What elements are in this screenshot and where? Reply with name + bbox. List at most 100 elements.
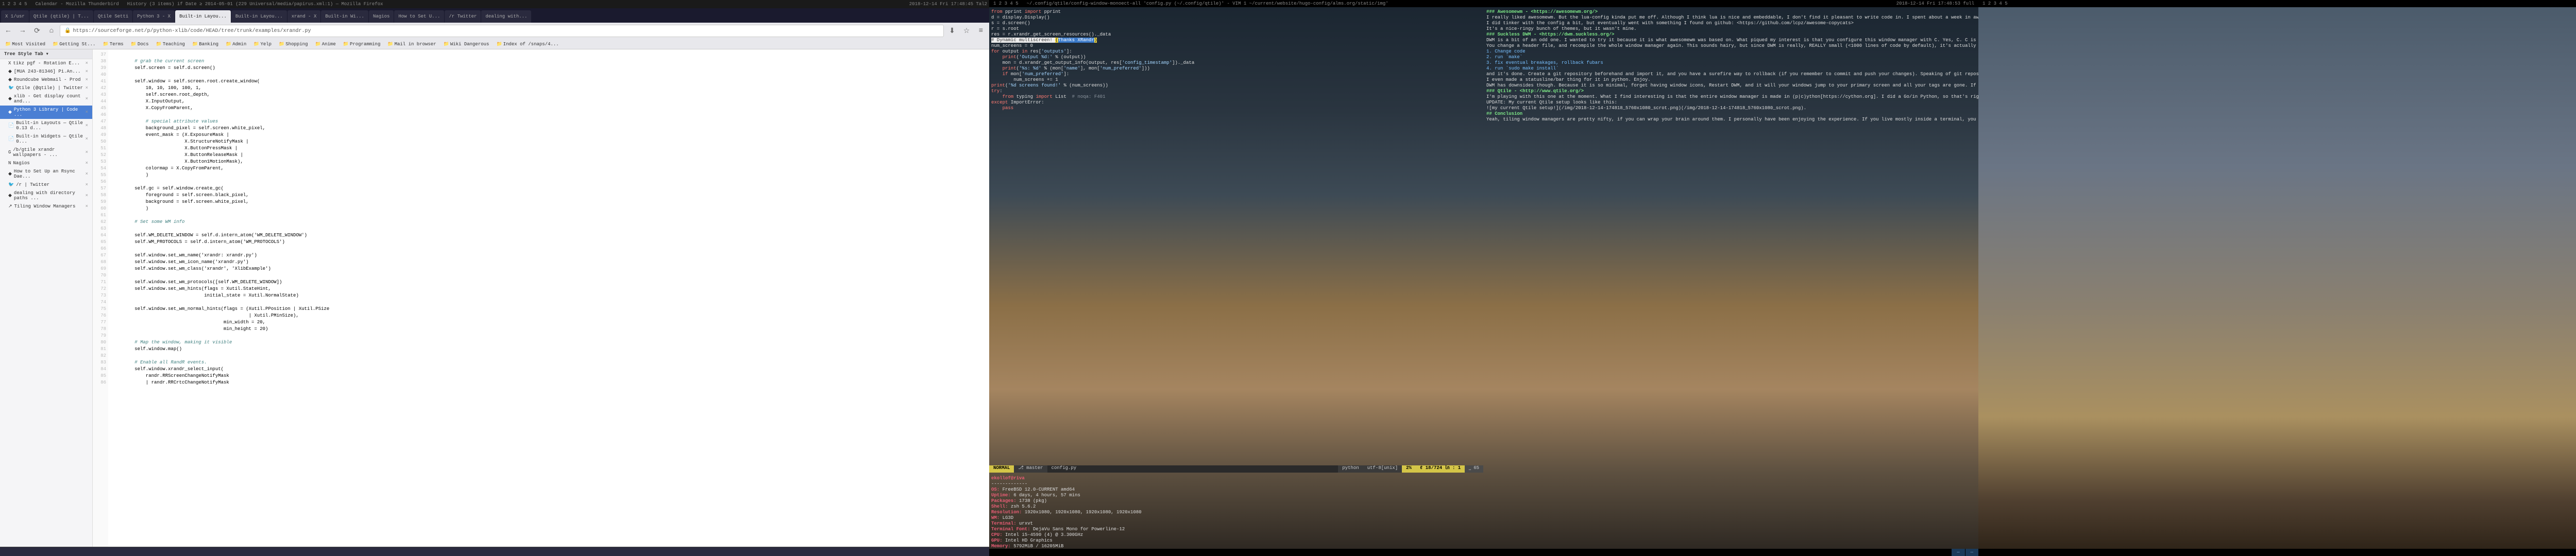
sidebar-tab-item[interactable]: NNagios× [0, 159, 92, 167]
close-icon[interactable]: × [86, 61, 88, 66]
bottombar-seg[interactable]: … [1952, 549, 1964, 556]
sidebar-tab-item[interactable]: G/b/gtile xrandr wallpapers - ...× [0, 146, 92, 159]
close-icon[interactable]: × [86, 182, 88, 187]
firefox-navbar: ← → ⟳ ⌂ 🔒 https://sourceforge.net/p/pyth… [0, 23, 989, 39]
sidebar-tab-item[interactable]: ◆Python 3 Library | Code ...× [0, 106, 92, 119]
blog-line: I even made a statusline/bar thing for i… [1486, 77, 1976, 83]
close-icon[interactable]: × [86, 193, 88, 198]
browser-tab[interactable]: Nagios [369, 10, 394, 23]
browser-tab[interactable]: X 1/usr [1, 10, 29, 23]
sidebar-tab-item[interactable]: ◆xlib - Get display count and...× [0, 92, 92, 106]
bookmark-item[interactable]: 📁Anime [312, 41, 339, 48]
sidebar-tab-item[interactable]: ◆Roundcube Webmail - Prod× [0, 76, 92, 84]
bookmark-item[interactable]: 📁Most Visited [2, 41, 48, 48]
code-viewer: 3738394041424344454647484950515253545556… [93, 49, 989, 547]
bookmark-item[interactable]: 📁Yelp [250, 41, 275, 48]
close-icon[interactable]: × [86, 85, 88, 91]
code-line: X.StructureNotifyMask | [112, 138, 989, 145]
browser-tab[interactable]: Qtile (qtile) | T... [29, 10, 93, 23]
bookmark-item[interactable]: 📁Index of /snaps/4... [493, 41, 562, 48]
browser-tab[interactable]: dealing with... [481, 10, 531, 23]
bookmark-item[interactable]: 📁Terms [99, 41, 126, 48]
sidebar-tab-item[interactable]: ◆How to Set Up an Rsync Dae...× [0, 167, 92, 181]
sidebar-tab-item[interactable]: 📄Built-in Widgets — Qtile 0...× [0, 132, 92, 146]
code-line: self.window.map() [112, 346, 989, 353]
code-line: self.gc = self.window.create_gc( [112, 185, 989, 192]
blog-editor-pane[interactable]: ### Awesomewm - <https://awesomewm.org/>… [1484, 7, 1978, 556]
bookmark-item[interactable]: 📁Banking [189, 41, 222, 48]
bookmark-item[interactable]: 📁Getting St... [49, 41, 98, 48]
bookmark-item[interactable]: 📁Programming [340, 41, 384, 48]
workspace-indicator[interactable]: 1 2 3 4 5 [2, 2, 27, 7]
shell-pane[interactable]: ekollof@riva-------------OS: FreeBSD 12.… [989, 474, 1483, 556]
code-line: # Enable all RandR events. [112, 359, 989, 366]
sidebar-tab-item[interactable]: ◆[MUA 243-81346] Pi.An...× [0, 67, 92, 76]
blog-line: UPDATE: My current Qtile setup looks lik… [1486, 100, 1976, 106]
favicon: ◆ [8, 96, 12, 101]
browser-tab[interactable]: How to Set U... [394, 10, 444, 23]
folder-icon: 📁 [315, 42, 321, 47]
bookmark-item[interactable]: 📁Wiki Dangerous [440, 41, 493, 48]
close-icon[interactable]: × [86, 150, 88, 155]
close-icon[interactable]: × [86, 161, 88, 166]
close-icon[interactable]: × [86, 171, 88, 177]
browser-tab[interactable]: /r Twitter [445, 10, 481, 23]
code-line: X.InputOutput, [112, 98, 989, 105]
code-line: X.Button1MotionMask), [112, 159, 989, 165]
code-line [112, 272, 989, 279]
code-line: self.window.set_wm_name('xrandr: xrandr.… [112, 252, 989, 259]
browser-tab[interactable]: xrand - X [287, 10, 321, 23]
sidebar-tab-item[interactable]: ◆dealing with directory paths ...× [0, 189, 92, 202]
close-icon[interactable]: × [86, 204, 88, 209]
home-button[interactable]: ⌂ [45, 25, 58, 37]
vim-line: num_screens = 0 [991, 43, 1481, 49]
wm-topbar-2: 1 2 3 4 5 ~/.config/qtile/config-window-… [989, 0, 1978, 7]
blog-line: 4. run `sudo make install` [1486, 66, 1976, 72]
bookmark-item[interactable]: 📁Teaching [153, 41, 188, 48]
sidebar-tab-item[interactable]: 🐦/r | Twitter× [0, 181, 92, 189]
workspace-indicator[interactable]: 1 2 3 4 5 [1982, 1, 2008, 6]
neofetch-row: CPU: Intel i5-4590 (4) @ 3.300GHz [991, 532, 1481, 538]
browser-tab[interactable]: Built-in Wi... [321, 10, 368, 23]
terminal-screen: 1 2 3 4 5 ~/.config/qtile/config-window-… [989, 0, 1978, 556]
browser-tab[interactable]: Built-in Layou... [175, 10, 231, 23]
sidebar-tab-item[interactable]: 🐦Qtile (@qtile) | Twitter× [0, 84, 92, 92]
neofetch-row: WM: LG3D [991, 515, 1481, 521]
forward-button[interactable]: → [16, 25, 29, 37]
download-icon[interactable]: ⬇ [946, 25, 958, 37]
bookmark-item[interactable]: 📁Docs [128, 41, 152, 48]
close-icon[interactable]: × [86, 110, 88, 115]
close-icon[interactable]: × [86, 136, 88, 142]
url-bar[interactable]: 🔒 https://sourceforge.net/p/python-xlib/… [60, 25, 944, 37]
code-line: self.screen.root_depth, [112, 92, 989, 98]
folder-icon: 📁 [444, 42, 449, 47]
menu-icon[interactable]: ≡ [975, 25, 987, 37]
blog-line: 2. run `make` [1486, 55, 1976, 60]
sidebar-title[interactable]: Tree Style Tab ▾ [0, 49, 92, 59]
close-icon[interactable]: × [86, 69, 88, 74]
sidebar-tab-item[interactable]: 📄Built-in Layouts — Qtile 0.13 d...× [0, 119, 92, 132]
sidebar-tab-item[interactable]: Xtikz pgf - Rotation E...× [0, 59, 92, 67]
vim-pane[interactable]: from pprint import pprintd = display.Dis… [989, 7, 1483, 473]
browser-tab[interactable]: Built-in Layou... [231, 10, 287, 23]
blog-line: ![my current Qtile setup!](/img/2018-12-… [1486, 106, 1976, 111]
close-icon[interactable]: × [86, 96, 88, 101]
code-line: self.WM_PROTOCOLS = self.d.intern_atom('… [112, 239, 989, 246]
close-icon[interactable]: × [86, 77, 88, 82]
bookmark-item[interactable]: 📁Mail in browser [384, 41, 439, 48]
folder-icon: 📁 [5, 42, 11, 47]
bookmark-item[interactable]: 📁Shopping [276, 41, 311, 48]
code-body[interactable]: # grab the current screen self.screen = … [108, 49, 989, 547]
bookmark-item[interactable]: 📁Admin [223, 41, 249, 48]
close-icon[interactable]: × [86, 123, 88, 128]
bookmark-star-icon[interactable]: ☆ [960, 25, 973, 37]
code-line [112, 225, 989, 232]
bottombar-seg[interactable]: … [1965, 549, 1978, 556]
back-button[interactable]: ← [2, 25, 14, 37]
sidebar-tab-item[interactable]: ↗Tiling Window Managers× [0, 202, 92, 211]
browser-tab[interactable]: Qtile Setti [94, 10, 132, 23]
reload-button[interactable]: ⟳ [31, 25, 43, 37]
browser-tab[interactable]: Python 3 - X [133, 10, 175, 23]
line-gutter: 3738394041424344454647484950515253545556… [93, 49, 108, 547]
workspace-indicator[interactable]: 1 2 3 4 5 [993, 1, 1019, 6]
